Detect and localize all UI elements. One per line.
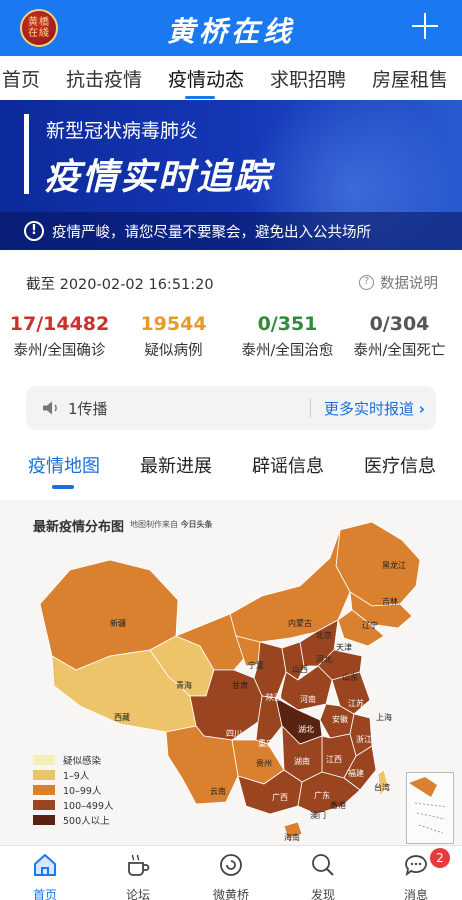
search-icon xyxy=(312,854,334,876)
chevron-right-icon: › xyxy=(418,400,425,418)
province-label: 贵州 xyxy=(256,758,272,768)
province-label: 山西 xyxy=(292,664,308,674)
message-badge: 2 xyxy=(430,848,450,868)
legend-item: 500人以上 xyxy=(33,812,114,827)
circle-refresh-icon xyxy=(220,854,242,876)
province-label: 河南 xyxy=(300,694,316,704)
banner-title: 疫情实时追踪 xyxy=(44,157,273,198)
data-help-link[interactable]: ? 数据说明 xyxy=(359,272,438,293)
stat-label: 泰州/全国治愈 xyxy=(241,343,334,359)
tab-medical-info[interactable]: 医疗信息 xyxy=(364,452,436,478)
province-label: 辽宁 xyxy=(362,620,378,630)
more-reports-link[interactable]: 更多实时报道 › xyxy=(324,398,425,419)
legend-item: 1–9人 xyxy=(33,767,114,782)
province-label: 江西 xyxy=(326,755,342,764)
tab-epidemic-map[interactable]: 疫情地图 xyxy=(28,452,100,478)
stat-label: 泰州/全国确诊 xyxy=(13,343,106,359)
epidemic-map: 黑龙江 吉林 辽宁 内蒙古 北京 天津 河北 新疆 宁夏 山西 山东 青海 甘肃… xyxy=(0,500,462,845)
app-title: 黄桥在线 xyxy=(166,15,295,48)
province-label: 广东 xyxy=(314,790,330,800)
province-label: 宁夏 xyxy=(248,660,264,670)
province-label: 上海 xyxy=(376,712,392,722)
app-header: 黄橋 在綫 黄桥在线 xyxy=(0,0,462,56)
province-label: 天津 xyxy=(336,642,352,652)
tab-rumor-refute[interactable]: 辟谣信息 xyxy=(252,452,324,478)
province-label: 四川 xyxy=(226,729,242,738)
broadcast-bar[interactable]: 1传播 更多实时报道 › xyxy=(26,386,436,430)
province-label: 广西 xyxy=(272,792,288,802)
province-label: 台湾 xyxy=(374,782,390,792)
alert-icon: ! xyxy=(24,221,44,241)
province-label: 海南 xyxy=(284,832,300,842)
bottom-nav-home[interactable]: 首页 xyxy=(10,852,80,900)
bottom-nav: 首页 论坛 微黄桥 发现 消息 xyxy=(0,845,462,900)
home-icon xyxy=(34,854,56,876)
province-label: 黑龙江 xyxy=(382,560,406,570)
province-label: 吉林 xyxy=(382,596,398,606)
stat-cured: 0/351 泰州/全国治愈 xyxy=(230,313,345,360)
stat-value: 17/14482 xyxy=(9,313,110,335)
stat-deaths: 0/304 泰州/全国死亡 xyxy=(342,313,457,360)
nav-item-housing[interactable]: 房屋租售 xyxy=(372,65,448,92)
stat-suspected: 19544 疑似病例 xyxy=(116,313,231,360)
bottom-nav-discover[interactable]: 发现 xyxy=(288,852,358,900)
province-label: 安徽 xyxy=(332,714,348,724)
stat-label: 泰州/全国死亡 xyxy=(353,343,446,359)
coffee-cup-icon xyxy=(128,854,150,876)
legend-item: 疑似感染 xyxy=(33,752,114,767)
chat-bubble-icon xyxy=(405,855,427,877)
province-label: 江苏 xyxy=(348,698,364,708)
subtab-active-indicator xyxy=(52,485,74,489)
province-label: 湖北 xyxy=(298,725,314,734)
nav-item-epidemic-news[interactable]: 疫情动态 xyxy=(168,65,244,92)
legend-item: 10–99人 xyxy=(33,782,114,797)
province-label: 陕西 xyxy=(266,692,282,702)
stat-value: 0/351 xyxy=(257,313,318,335)
stat-confirmed: 17/14482 泰州/全国确诊 xyxy=(2,313,117,360)
epidemic-banner: 新型冠状病毒肺炎 疫情实时追踪 ! 疫情严峻，请您尽量不要聚会，避免出入公共场所 xyxy=(0,100,462,250)
plus-icon[interactable] xyxy=(410,11,440,41)
stat-value: 0/304 xyxy=(369,313,430,335)
notice-text: 疫情严峻，请您尽量不要聚会，避免出入公共场所 xyxy=(52,225,371,241)
stat-label: 疑似病例 xyxy=(144,343,203,359)
province-label: 澳门 xyxy=(310,810,326,820)
update-timestamp: 截至 2020-02-02 16:51:20 xyxy=(26,277,214,293)
south-china-sea-inset xyxy=(406,772,454,844)
nav-item-jobs[interactable]: 求职招聘 xyxy=(270,65,346,92)
province-label: 浙江 xyxy=(356,734,372,744)
question-icon: ? xyxy=(359,275,374,290)
province-label: 香港 xyxy=(330,800,346,810)
stat-value: 19544 xyxy=(140,313,207,335)
nav-active-indicator xyxy=(185,96,215,99)
bottom-nav-forum[interactable]: 论坛 xyxy=(103,852,173,900)
banner-notice: ! 疫情严峻，请您尽量不要聚会，避免出入公共场所 xyxy=(0,212,462,250)
map-title: 最新疫情分布图 xyxy=(33,520,125,535)
province-label: 河北 xyxy=(316,654,332,664)
province-label: 山东 xyxy=(342,672,358,682)
map-source: 地图制作来自 今日头条 xyxy=(130,520,213,529)
province-label: 甘肃 xyxy=(232,680,248,690)
speaker-icon xyxy=(43,401,57,415)
tab-latest-progress[interactable]: 最新进展 xyxy=(140,452,212,478)
province-label: 新疆 xyxy=(110,618,126,628)
top-nav: 首页 抗击疫情 疫情动态 求职招聘 房屋租售 xyxy=(0,56,462,100)
nav-item-home[interactable]: 首页 xyxy=(2,65,40,92)
map-legend: 疑似感染 1–9人 10–99人 100–499人 500人以上 xyxy=(33,752,114,827)
province-label: 湖南 xyxy=(294,756,310,766)
province-label: 福建 xyxy=(348,768,364,778)
banner-subtitle: 新型冠状病毒肺炎 xyxy=(46,120,199,142)
nav-item-fight-epidemic[interactable]: 抗击疫情 xyxy=(66,65,142,92)
province-label: 青海 xyxy=(176,680,192,690)
province-label: 云南 xyxy=(210,786,226,796)
broadcast-text: 1传播 xyxy=(68,400,108,418)
province-label: 西藏 xyxy=(114,712,130,722)
legend-item: 100–499人 xyxy=(33,797,114,812)
bottom-nav-wei-huangqiao[interactable]: 微黄桥 xyxy=(196,852,266,900)
province-label: 内蒙古 xyxy=(288,618,312,628)
province-label: 重庆 xyxy=(258,738,274,748)
province-label: 北京 xyxy=(316,630,332,640)
